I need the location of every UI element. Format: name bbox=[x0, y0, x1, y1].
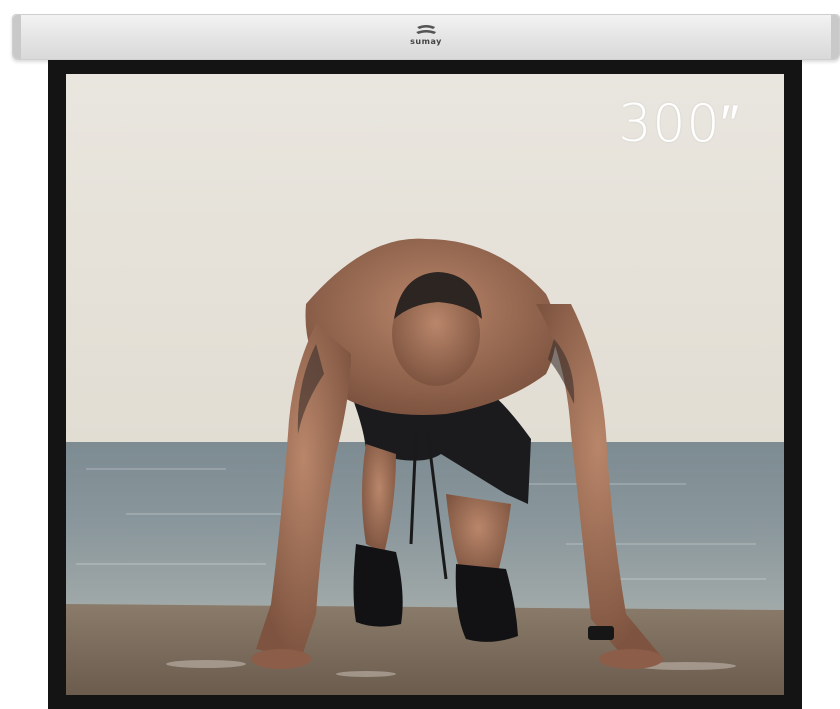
projection-screen: 300″ bbox=[66, 74, 784, 695]
screen-housing: sumay bbox=[12, 14, 840, 60]
ground bbox=[66, 604, 784, 695]
brand-name: sumay bbox=[410, 37, 442, 46]
housing-end-cap-right bbox=[831, 15, 839, 59]
screen-frame: 300″ bbox=[48, 60, 802, 709]
sea bbox=[66, 442, 784, 612]
brand-mark-icon bbox=[413, 24, 439, 36]
brand-logo: sumay bbox=[410, 24, 442, 46]
housing-end-cap-left bbox=[13, 15, 21, 59]
projected-photo bbox=[66, 74, 784, 695]
screen-size-label: 300″ bbox=[618, 94, 740, 154]
